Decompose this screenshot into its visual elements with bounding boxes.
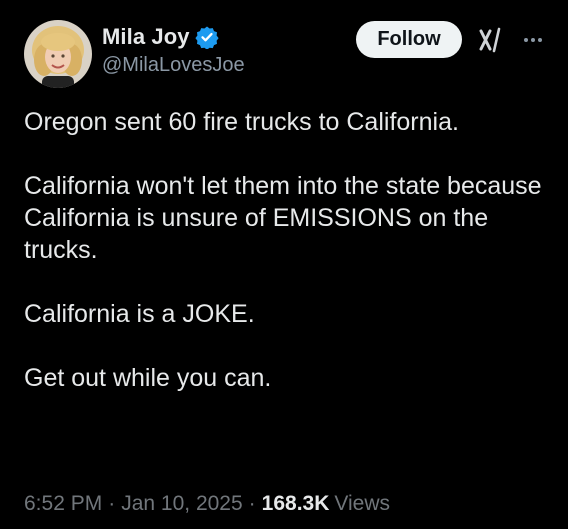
follow-button[interactable]: Follow [356,21,462,58]
meta-separator: · [108,492,116,515]
tweet-time[interactable]: 6:52 PM [24,492,102,516]
meta-separator: · [248,492,256,515]
views-label: Views [334,492,391,515]
name-row: Mila Joy [102,22,245,52]
tweet-paragraph: California is a JOKE. [24,300,255,328]
tweet-meta: 6:52 PM · Jan 10, 2025 · 168.3K Views [24,492,390,516]
tweet-text: Oregon sent 60 fire trucks to California… [24,106,554,394]
tweet-paragraph: California won't let them into the state… [24,172,542,264]
tweet-date[interactable]: Jan 10, 2025 [121,492,242,516]
tweet-card: Mila Joy @MilaLovesJoe Follow Oregon sen… [0,0,568,529]
verified-badge-icon [195,25,219,50]
user-handle[interactable]: @MilaLovesJoe [102,54,245,77]
more-options-icon[interactable] [520,28,546,52]
author-info: Mila Joy @MilaLovesJoe [102,22,245,77]
display-name[interactable]: Mila Joy [102,24,190,50]
tweet-paragraph: Oregon sent 60 fire trucks to California… [24,108,459,136]
avatar[interactable] [24,20,92,88]
grok-icon[interactable] [476,25,506,55]
views-count: 168.3K [261,492,330,515]
tweet-paragraph: Get out while you can. [24,364,272,392]
